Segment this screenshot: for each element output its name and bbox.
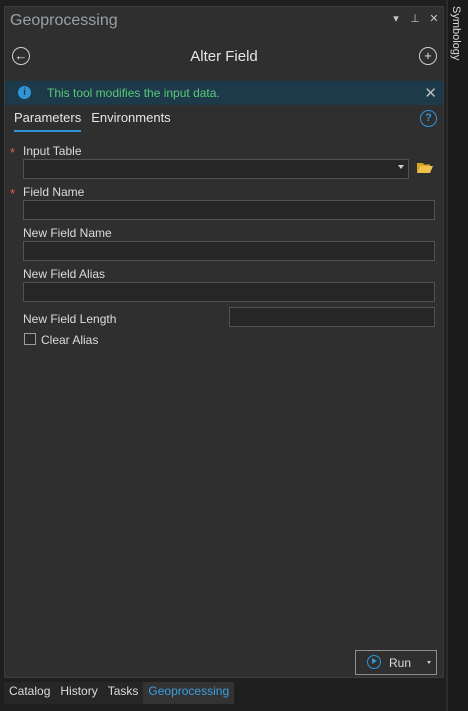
- close-icon[interactable]: ✕: [429, 13, 439, 25]
- new-field-length-label: New Field Length: [23, 312, 117, 326]
- bottom-tab-bar: Catalog History Tasks Geoprocessing: [4, 682, 235, 704]
- info-close-icon[interactable]: ✕: [424, 84, 437, 102]
- run-label: Run: [389, 656, 412, 670]
- info-icon: i: [18, 86, 31, 99]
- help-icon[interactable]: ?: [420, 110, 437, 127]
- pin-icon[interactable]: ⊥: [410, 13, 420, 25]
- tab-environments[interactable]: Environments: [91, 110, 170, 132]
- field-name-input[interactable]: [23, 200, 435, 220]
- tab-history[interactable]: History: [55, 682, 103, 704]
- pane-title: Geoprocessing: [10, 12, 118, 29]
- new-field-alias-label: New Field Alias: [23, 267, 106, 281]
- chevron-down-icon[interactable]: ▾: [391, 13, 401, 25]
- geoprocessing-pane: Geoprocessing ▾ ⊥ ✕ ← Alter Field + i Th…: [4, 6, 444, 678]
- plus-icon: +: [424, 48, 432, 63]
- new-field-alias-input[interactable]: [23, 282, 435, 302]
- tool-header: ← Alter Field +: [5, 43, 443, 73]
- new-field-name-input[interactable]: [23, 241, 435, 261]
- chevron-down-icon[interactable]: [427, 661, 431, 664]
- input-table-dropdown[interactable]: [23, 159, 409, 179]
- field-name-label: Field Name: [23, 185, 85, 199]
- required-marker: *: [10, 145, 16, 160]
- tool-title: Alter Field: [190, 48, 258, 65]
- new-field-length-input[interactable]: [229, 307, 435, 327]
- info-message: This tool modifies the input data.: [47, 86, 220, 100]
- tab-tasks[interactable]: Tasks: [102, 682, 144, 704]
- tab-geoprocessing[interactable]: Geoprocessing: [143, 682, 235, 704]
- folder-icon[interactable]: [417, 162, 433, 174]
- new-field-name-label: New Field Name: [23, 226, 112, 240]
- required-marker: *: [10, 186, 16, 201]
- chevron-down-icon: [398, 165, 404, 169]
- tab-catalog[interactable]: Catalog: [4, 682, 56, 704]
- pane-title-bar: Geoprocessing ▾ ⊥ ✕: [5, 7, 443, 35]
- pane-window-controls: ▾ ⊥ ✕: [391, 13, 439, 25]
- side-panel-strip: Symbology: [446, 0, 468, 711]
- info-banner: i This tool modifies the input data. ✕: [5, 81, 443, 105]
- side-tab-symbology[interactable]: Symbology: [450, 6, 462, 60]
- tool-tabs: Parameters Environments: [14, 110, 171, 132]
- tab-parameters[interactable]: Parameters: [14, 110, 82, 132]
- add-button[interactable]: +: [419, 47, 437, 65]
- run-button[interactable]: Run: [355, 650, 437, 675]
- input-table-label: Input Table: [23, 144, 82, 158]
- play-icon: [367, 655, 381, 669]
- clear-alias-checkbox[interactable]: [24, 333, 36, 345]
- clear-alias-label: Clear Alias: [41, 333, 99, 347]
